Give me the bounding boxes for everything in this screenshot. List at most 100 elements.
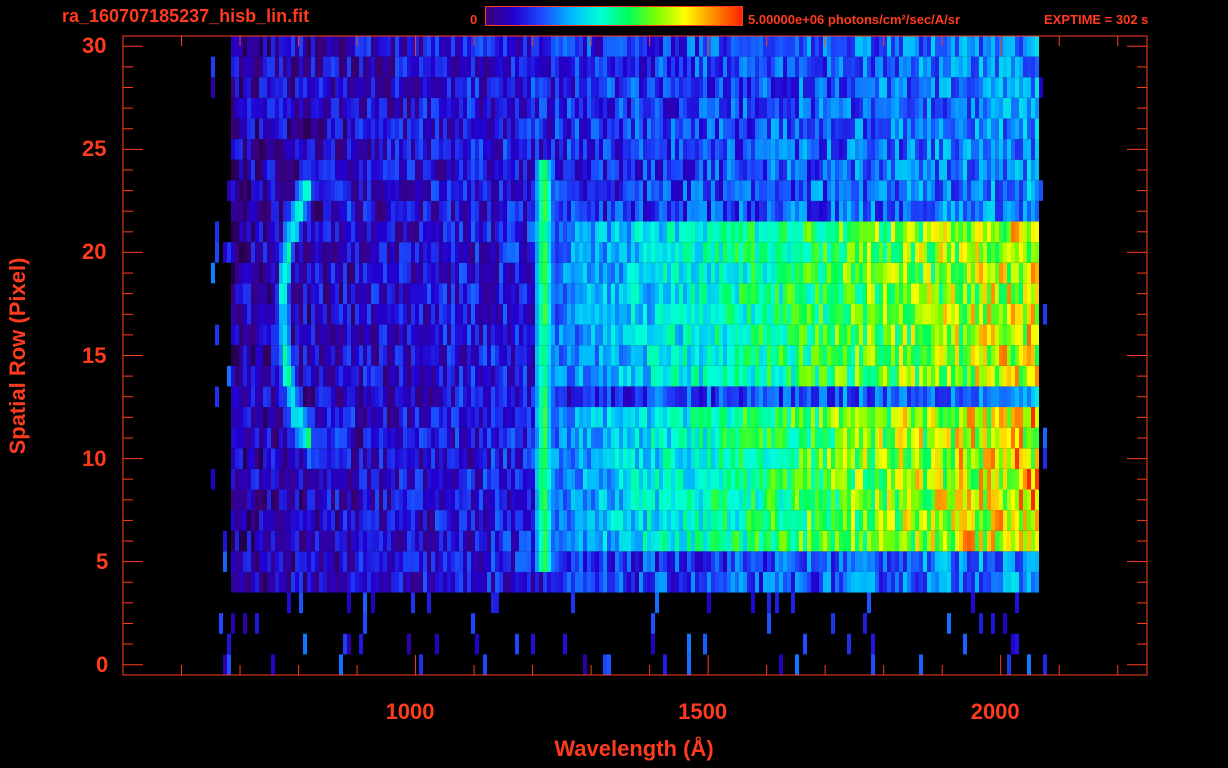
heatmap-cell [503,571,507,593]
heatmap-cell [859,489,863,511]
heatmap-cell [451,345,455,366]
heatmap-cell [959,489,963,511]
heatmap-cell [659,324,663,346]
heatmap-cell [419,221,423,243]
heatmap-cell [815,200,819,222]
heatmap-cell [863,489,867,511]
heatmap-cell [243,468,247,490]
heatmap-cell [539,571,543,593]
heatmap-cell [607,324,611,346]
heatmap-cell [651,633,655,655]
heatmap-cell [847,200,851,222]
heatmap-cell [823,324,827,346]
heatmap-cell [523,303,527,325]
heatmap-cell [323,242,327,263]
heatmap-cell [443,345,447,366]
heatmap-cell [655,262,659,284]
heatmap-cell [647,530,651,552]
heatmap-cell [259,262,263,284]
heatmap-cell [779,303,783,325]
heatmap-cell [839,530,843,552]
heatmap-cell [899,283,903,304]
heatmap-cell [831,118,835,140]
heatmap-cell [435,448,439,469]
heatmap-cell [255,221,259,243]
heatmap-cell [635,386,639,408]
heatmap-cell [631,427,635,449]
heatmap-cell [471,489,475,511]
heatmap-cell [971,324,975,346]
heatmap-cell [291,530,295,552]
heatmap-cell [327,262,331,284]
heatmap-cell [679,324,683,346]
heatmap-cell [427,345,431,366]
heatmap-cell [991,283,995,304]
heatmap-cell [1019,407,1023,428]
heatmap-cell [951,345,955,366]
heatmap-cell [859,180,863,201]
heatmap-cell [343,180,347,201]
heatmap-cell [563,200,567,222]
heatmap-cell [971,262,975,284]
heatmap-cell [971,283,975,304]
heatmap-cell [443,530,447,552]
heatmap-cell [363,159,367,181]
heatmap-cell [451,159,455,181]
heatmap-cell [899,324,903,346]
heatmap-cell [923,180,927,201]
heatmap-cell [623,407,627,428]
heatmap-cell [467,221,471,243]
heatmap-cell [567,468,571,490]
heatmap-cell [935,200,939,222]
heatmap-cell [899,365,903,387]
heatmap-cell [347,407,351,428]
heatmap-cell [259,551,263,572]
heatmap-cell [983,551,987,572]
heatmap-cell [535,303,539,325]
heatmap-cell [611,180,615,201]
heatmap-cell [291,345,295,366]
heatmap-cell [567,262,571,284]
heatmap-cell [371,324,375,346]
heatmap-cell [371,448,375,469]
heatmap-cell [943,386,947,408]
heatmap-cell [1007,571,1011,593]
heatmap-cell [619,283,623,304]
heatmap-cell [323,407,327,428]
heatmap-cell [611,200,615,222]
heatmap-cell [947,468,951,490]
heatmap-cell [931,200,935,222]
heatmap-cell [359,283,363,304]
heatmap-cell [899,571,903,593]
heatmap-cell [551,551,555,572]
heatmap-cell [807,139,811,160]
heatmap-cell [247,97,251,119]
heatmap-cell [391,407,395,428]
heatmap-cell [551,221,555,243]
heatmap-cell [803,427,807,449]
heatmap-cell [999,159,1003,181]
heatmap-cell [599,139,603,160]
heatmap-cell [639,221,643,243]
heatmap-cell [983,345,987,366]
heatmap-cell [387,262,391,284]
heatmap-cell [339,510,343,531]
heatmap-cell [979,427,983,449]
heatmap-cell [947,448,951,469]
heatmap-cell [699,221,703,243]
heatmap-cell [811,118,815,140]
heatmap-cell [311,118,315,140]
heatmap-cell [367,97,371,119]
heatmap-cell [327,221,331,243]
heatmap-cell [303,448,307,469]
heatmap-cell [879,97,883,119]
heatmap-cell [467,303,471,325]
heatmap-cell [547,118,551,140]
heatmap-cell [971,592,975,614]
heatmap-cell [991,365,995,387]
heatmap-cell [515,242,519,263]
heatmap-cell [839,303,843,325]
heatmap-cell [779,654,783,675]
heatmap-cell [971,303,975,325]
heatmap-cell [847,283,851,304]
